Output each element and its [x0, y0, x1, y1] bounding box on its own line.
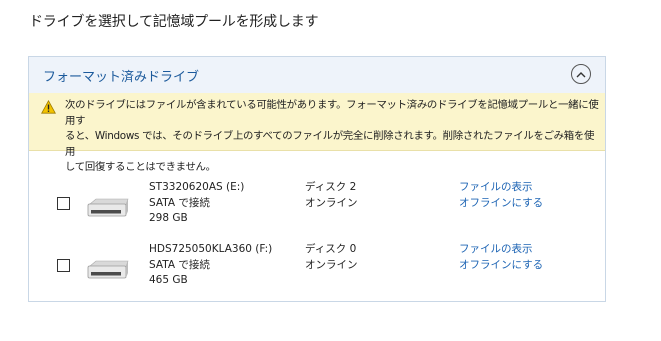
drive-row: ST3320620AS (E:) SATA で接続 298 GB ディスク 2 …: [29, 180, 605, 240]
drive-info: ST3320620AS (E:) SATA で接続 298 GB: [149, 180, 244, 227]
drive-links: ファイルの表示 オフラインにする: [459, 242, 543, 273]
collapse-button[interactable]: [571, 64, 591, 84]
drive-info: HDS725050KLA360 (F:) SATA で接続 465 GB: [149, 242, 272, 289]
panel-title: フォーマット済みドライブ: [43, 70, 200, 85]
drive-checkbox[interactable]: [57, 259, 70, 272]
take-offline-link[interactable]: オフラインにする: [459, 258, 543, 274]
formatted-drives-panel: フォーマット済みドライブ 次のドライブにはファイルが含まれている可能性があります…: [28, 56, 606, 302]
drive-links: ファイルの表示 オフラインにする: [459, 180, 543, 211]
drive-connection: SATA で接続: [149, 258, 210, 271]
warning-line: ると、Windows では、そのドライブ上のすべてのファイルが完全に削除されます…: [65, 130, 595, 158]
drive-connection: SATA で接続: [149, 196, 210, 209]
drive-checkbox[interactable]: [57, 197, 70, 210]
view-files-link[interactable]: ファイルの表示: [459, 180, 543, 196]
drive-disk-number: ディスク 0: [305, 243, 357, 255]
drive-name: ST3320620AS (E:): [149, 181, 245, 193]
view-files-link[interactable]: ファイルの表示: [459, 242, 543, 258]
drive-status: オンライン: [305, 196, 358, 209]
panel-header[interactable]: フォーマット済みドライブ: [29, 57, 605, 94]
drive-disk-info: ディスク 0 オンライン: [305, 242, 358, 273]
warning-line: して回復することはできません。: [65, 161, 216, 173]
drive-size: 298 GB: [149, 212, 188, 224]
warning-line: 次のドライブにはファイルが含まれている可能性があります。フォーマット済みのドライ…: [65, 99, 599, 127]
drive-size: 465 GB: [149, 274, 188, 286]
page-title: ドライブを選択して記憶域プールを形成します: [29, 14, 319, 30]
warning-text: 次のドライブにはファイルが含まれている可能性があります。フォーマット済みのドライ…: [65, 98, 599, 176]
drive-disk-number: ディスク 2: [305, 181, 357, 193]
drive-row: HDS725050KLA360 (F:) SATA で接続 465 GB ディス…: [29, 242, 605, 302]
warning-banner: 次のドライブにはファイルが含まれている可能性があります。フォーマット済みのドライ…: [29, 93, 605, 173]
drive-disk-info: ディスク 2 オンライン: [305, 180, 358, 211]
hard-drive-icon: [87, 198, 129, 217]
take-offline-link[interactable]: オフラインにする: [459, 196, 543, 212]
drive-status: オンライン: [305, 258, 358, 271]
warning-icon: [41, 100, 56, 114]
chevron-up-icon: [576, 71, 586, 77]
drive-name: HDS725050KLA360 (F:): [149, 243, 273, 255]
hard-drive-icon: [87, 260, 129, 279]
